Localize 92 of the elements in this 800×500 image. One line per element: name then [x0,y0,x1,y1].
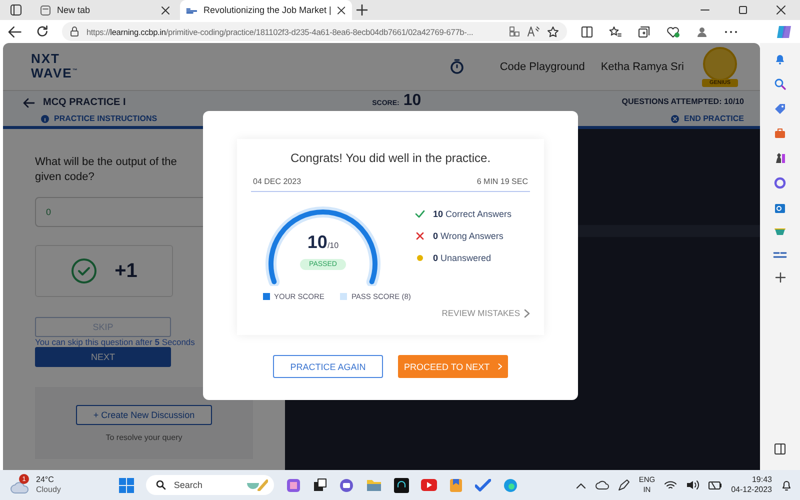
points-text: +1 [114,260,138,282]
tag-icon[interactable] [774,103,786,115]
outlook-icon[interactable] [774,202,786,214]
stat-text: 0 Unanswered [433,253,492,263]
legend-swatch [263,293,270,300]
task-view-icon[interactable] [312,478,327,492]
cross-icon [416,232,424,240]
temperature: 24°C [36,475,55,485]
result-title: Congrats! You did well in the practice. [289,151,492,165]
dot-icon [417,255,423,261]
logo: NXT WAVE$^{™}$ [31,53,78,80]
stat-text: 10 Correct Answers [433,209,512,219]
cloud-icon [10,480,30,494]
profile-icon[interactable] [696,26,708,38]
sidebar-panel-icon[interactable] [774,443,786,455]
add-icon[interactable] [774,272,786,283]
folder-icon[interactable] [366,478,382,492]
read-aloud-icon[interactable] [527,26,540,37]
questions-attempted: QUESTIONS ATTEMPTED: 10/10 [622,97,744,106]
chevron-icon [524,308,530,318]
site-icon[interactable] [773,251,787,259]
split-screen-icon[interactable] [581,26,593,38]
practice-title: MCQ PRACTICE I [43,97,126,108]
avatar [703,46,737,80]
next-button[interactable]: NEXT [35,347,171,367]
page-icon [40,4,51,16]
check-icon [415,210,425,218]
review-mistakes-link[interactable]: REVIEW MISTAKES [442,308,530,318]
pen-icon[interactable] [618,479,630,491]
bell-icon[interactable] [781,479,792,491]
chess-icon[interactable] [774,152,786,164]
bookmark-app-icon[interactable] [448,478,463,492]
copilot-app-icon[interactable] [286,478,301,492]
refresh-icon[interactable] [36,25,48,38]
more-icon[interactable] [724,30,738,34]
check-circle-icon [70,258,97,284]
collections-icon[interactable] [638,26,650,38]
back-icon[interactable] [8,26,22,38]
practice-duration: 6 MIN 19 SEC [476,177,528,186]
search-field[interactable]: Search [146,475,274,495]
volume-icon[interactable] [686,480,700,490]
edge-browser-icon[interactable] [502,478,518,492]
discussion-note: To resolve your query [106,432,182,442]
copilot-icon[interactable] [776,24,792,40]
score-value: 10/10 [307,232,339,253]
star-icon[interactable] [547,26,559,38]
close-circle-icon [670,114,679,122]
practice-date: 04 DEC 2023 [253,177,302,186]
search-icon [156,480,166,490]
score-value: 10 [403,92,422,109]
info-icon [41,114,49,122]
chat-icon[interactable] [338,478,354,492]
stat-text: 0 Wrong Answers [433,231,504,241]
chevron-up-icon[interactable] [576,482,586,488]
lock-icon [70,26,80,37]
browser-tab[interactable]: New tab [34,0,176,20]
address-bar[interactable]: https://learning.ccbp.in/primitive-coding/practice/181102f3-d235-4a61-8ea6-8ecb04db7661/02a42769-677b-... [62,22,567,41]
search-icon[interactable] [774,78,786,90]
close-icon[interactable] [337,6,346,14]
headset-app-icon[interactable] [394,478,409,492]
end-practice-link[interactable]: END PRACTICE [670,114,744,123]
favorites-icon[interactable] [609,26,622,38]
chevron-icon [498,362,502,371]
stopwatch-icon[interactable] [450,59,464,74]
browser-tab[interactable]: Revolutionizing the Job Market | [180,0,352,20]
heart-icon[interactable] [666,26,680,38]
create-discussion-button[interactable]: + Create New Discussion [76,404,212,424]
cloud-icon[interactable] [594,480,609,490]
battery-icon[interactable] [708,480,722,490]
proceed-button[interactable]: PROCEED TO NEXT [398,355,508,378]
new-tab-icon[interactable] [356,4,368,16]
windows-start-icon[interactable] [118,478,134,492]
skip-note: You can skip this question after 5 Seconds [35,337,196,347]
back-arrow-icon[interactable] [23,98,35,108]
toolbox-icon[interactable] [774,128,786,139]
clock[interactable]: 19:43 04-12-2023 [731,475,772,495]
checkmark-icon[interactable] [474,478,491,492]
question-text: What will be the output of the given code? [35,155,178,185]
close-icon[interactable] [776,5,786,15]
apps-icon[interactable] [509,26,520,37]
practice-again-button[interactable]: PRACTICE AGAIN [273,355,383,378]
practice-instructions-link[interactable]: PRACTICE INSTRUCTIONS [23,114,158,123]
maximize-icon[interactable] [738,5,748,15]
video-play-icon[interactable] [420,479,437,491]
weather-condition: Cloudy [36,485,61,495]
circle-app-icon[interactable] [774,177,786,189]
wifi-icon[interactable] [664,480,678,490]
code-playground-link[interactable]: Code Playground [500,60,585,72]
legend-swatch [340,293,348,300]
user-name: Ketha Ramya Sri [600,60,684,72]
tab-actions-icon[interactable] [10,4,22,16]
close-icon[interactable] [161,6,170,14]
